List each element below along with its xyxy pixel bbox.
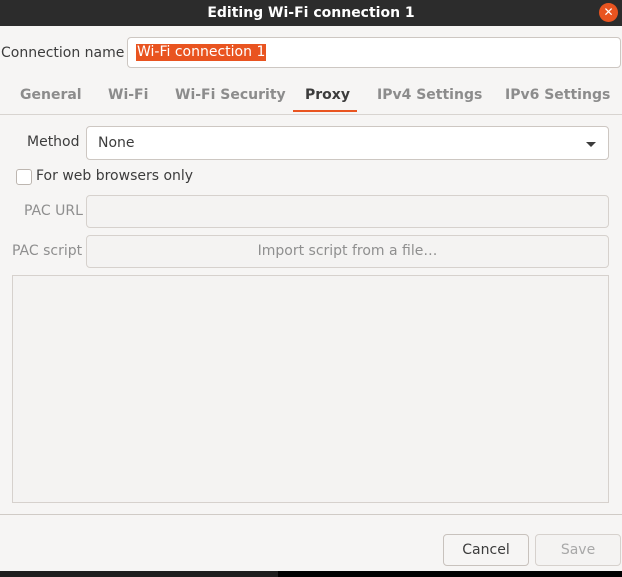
tab-proxy[interactable]: Proxy	[305, 87, 350, 103]
save-button: Save	[535, 534, 621, 566]
pac-url-label: PAC URL	[24, 203, 83, 219]
tab-general[interactable]: General	[20, 87, 82, 103]
tab-wifi[interactable]: Wi-Fi	[108, 87, 148, 103]
dialog-window: Connection name Wi-Fi connection 1 Gener…	[0, 26, 622, 571]
chevron-down-icon	[586, 142, 596, 147]
tab-ipv6-settings[interactable]: IPv6 Settings	[505, 87, 610, 103]
browsers-only-checkbox[interactable]	[16, 169, 32, 185]
proxy-panel: Method None For web browsers only PAC UR…	[0, 115, 622, 515]
cancel-button[interactable]: Cancel	[443, 534, 529, 566]
tab-ipv4-settings[interactable]: IPv4 Settings	[377, 87, 482, 103]
pac-script-label: PAC script	[12, 243, 83, 259]
connection-name-label: Connection name	[1, 45, 125, 61]
import-script-button: Import script from a file…	[86, 235, 609, 268]
window-title: Editing Wi-Fi connection 1	[207, 5, 415, 21]
title-bar: Editing Wi-Fi connection 1 ✕	[0, 0, 622, 26]
connection-name-input[interactable]: Wi-Fi connection 1	[127, 37, 621, 68]
method-dropdown[interactable]: None	[86, 126, 609, 160]
desktop-strip	[0, 571, 622, 577]
browsers-only-label[interactable]: For web browsers only	[36, 168, 193, 184]
tab-wifi-security[interactable]: Wi-Fi Security	[175, 87, 286, 103]
pac-url-input	[86, 195, 609, 228]
close-icon[interactable]: ✕	[599, 3, 618, 22]
pac-script-textarea	[12, 275, 609, 503]
active-tab-indicator	[293, 110, 357, 112]
connection-name-value: Wi-Fi connection 1	[136, 44, 267, 61]
method-label: Method	[27, 134, 80, 150]
method-value: None	[98, 135, 135, 151]
